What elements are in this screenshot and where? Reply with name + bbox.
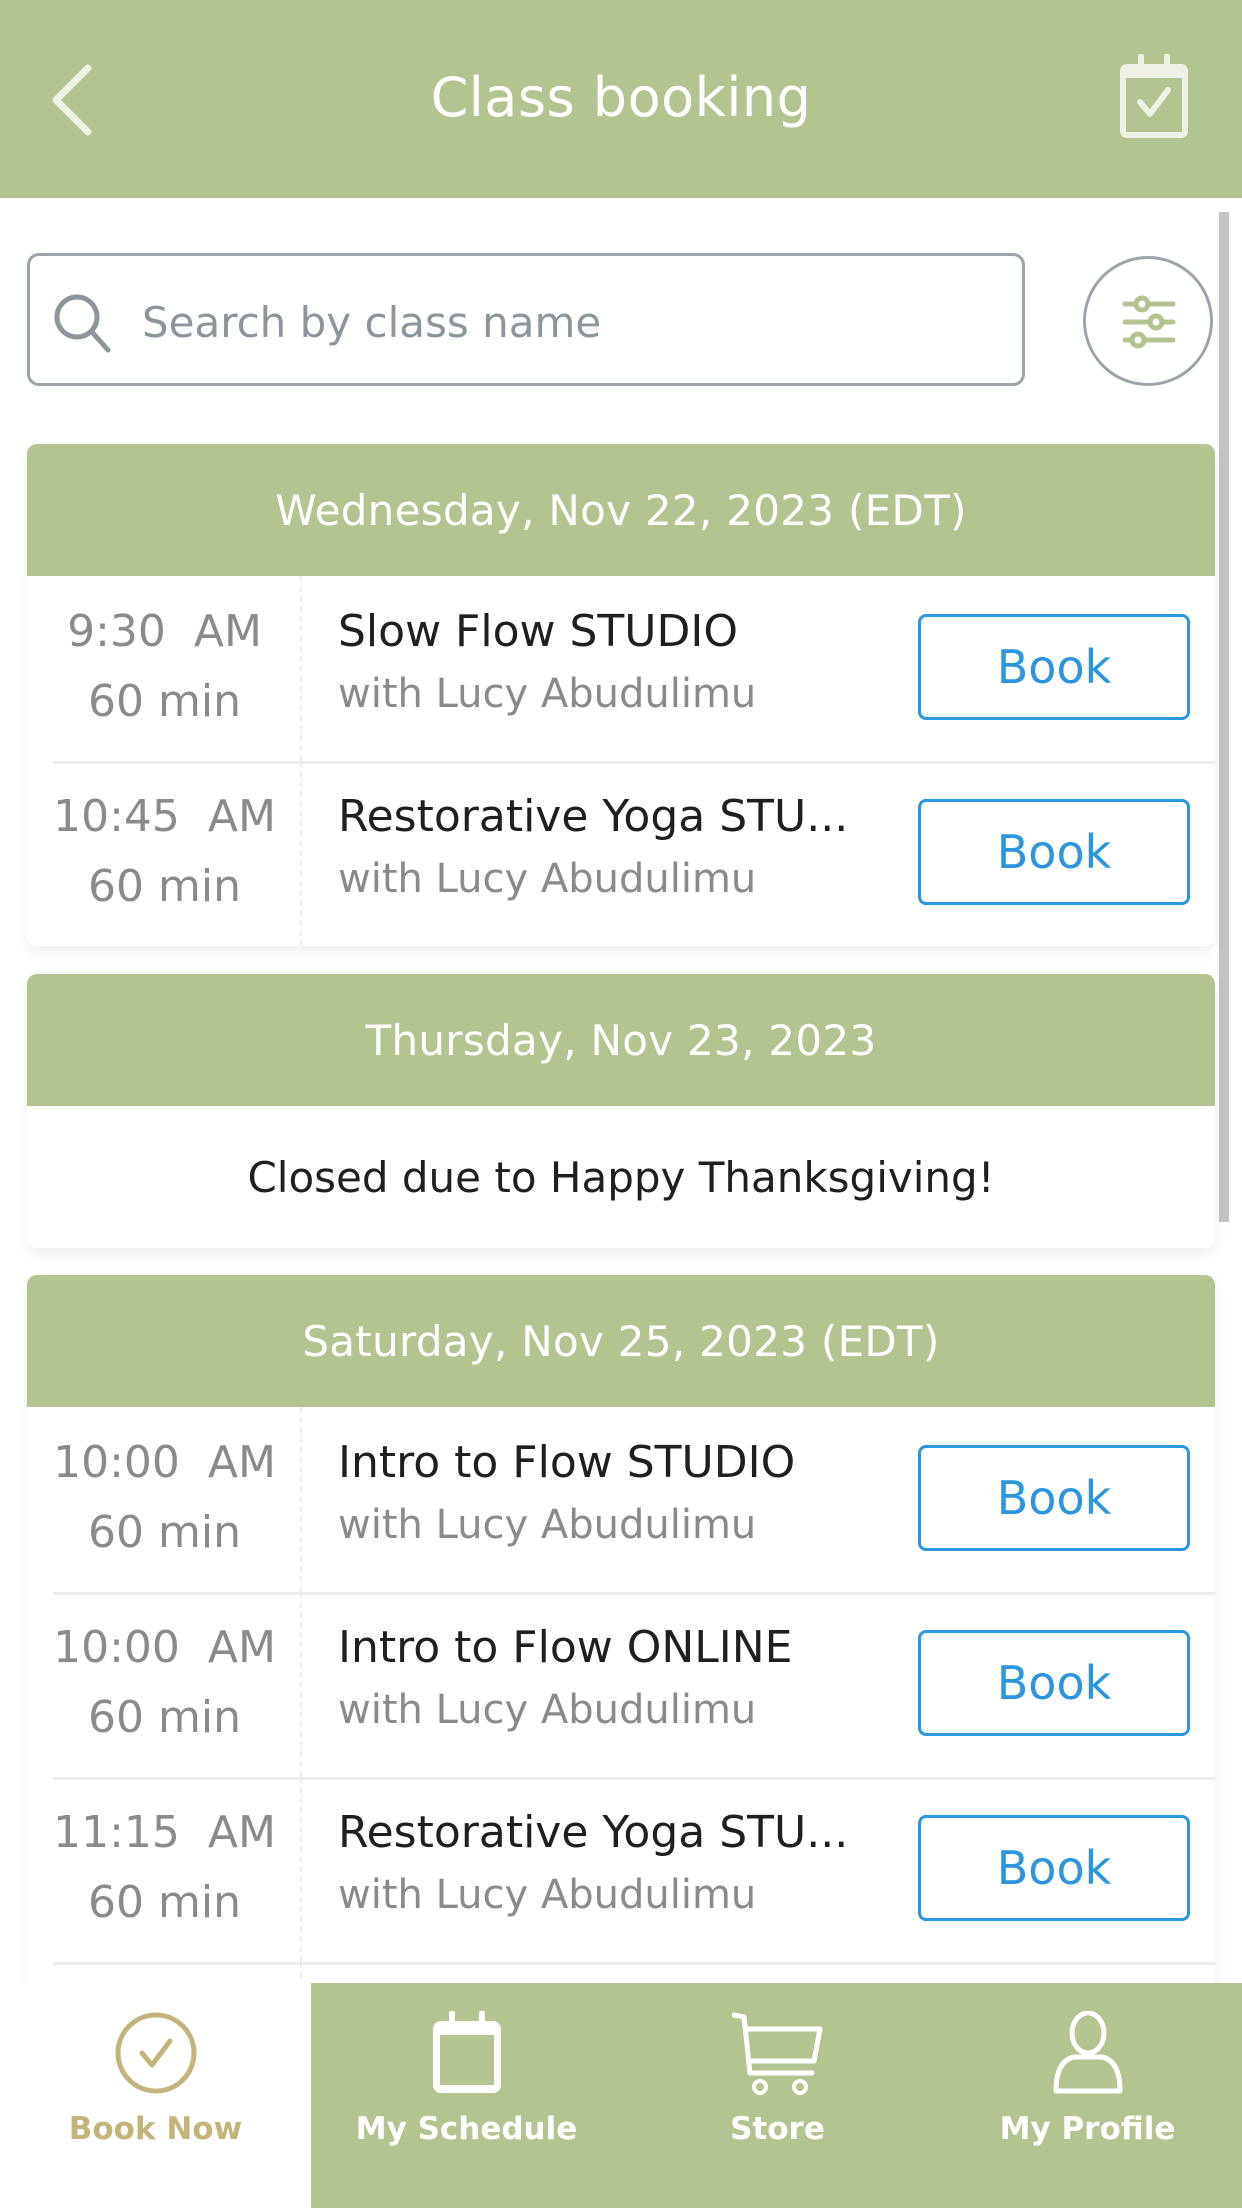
page-title: Class booking: [430, 66, 812, 129]
class-row: 10:45 AM 60 min Restorative Yoga STU... …: [27, 761, 1215, 946]
check-circle-icon: [115, 2012, 196, 2094]
class-name: Restorative Yoga STU...: [338, 1807, 849, 1858]
closed-notice: Closed due to Happy Thanksgiving!: [247, 1152, 995, 1202]
nav-book-now[interactable]: Book Now: [0, 1983, 311, 2208]
book-button[interactable]: Book: [918, 1445, 1190, 1551]
class-row: 10:00 AM 60 min Intro to Flow ONLINE wit…: [27, 1592, 1215, 1777]
class-instructor: with Lucy Abudulimu: [338, 1502, 757, 1548]
calendar-button[interactable]: [1116, 54, 1192, 140]
nav-label: Store: [730, 2111, 825, 2147]
app-header: Class booking: [0, 0, 1242, 198]
class-row: 11:15 AM 60 min Restorative Yoga STU... …: [27, 1777, 1215, 1962]
nav-my-schedule[interactable]: My Schedule: [311, 1983, 622, 2208]
class-duration: 60 min: [88, 1692, 241, 1743]
book-button[interactable]: Book: [918, 1630, 1190, 1736]
search-field[interactable]: [27, 253, 1025, 386]
book-button[interactable]: Book: [918, 614, 1190, 720]
search-icon: [54, 294, 111, 353]
class-time: 9:30 AM: [67, 606, 262, 657]
nav-label: My Profile: [999, 2111, 1176, 2147]
book-button[interactable]: Book: [918, 1815, 1190, 1921]
time-column: 10:45 AM 60 min: [27, 761, 302, 946]
class-duration: 60 min: [88, 1507, 241, 1558]
day-section: Thursday, Nov 23, 2023 Closed due to Hap…: [27, 974, 1215, 1248]
class-time: 11:15 AM: [53, 1807, 276, 1858]
book-button[interactable]: Book: [918, 799, 1190, 905]
calendar-icon: [432, 2011, 501, 2093]
sliders-icon: [1122, 295, 1176, 349]
cart-icon: [731, 2012, 822, 2095]
time-column: 11:15 AM 60 min: [27, 1777, 302, 1962]
class-name: Intro to Flow ONLINE: [338, 1622, 793, 1673]
class-name: Slow Flow STUDIO: [338, 606, 738, 657]
calendar-check-icon: [1120, 54, 1188, 138]
time-column: 9:30 AM 60 min: [27, 576, 302, 761]
class-instructor: with Lucy Abudulimu: [338, 671, 757, 717]
search-input[interactable]: [140, 286, 1004, 358]
class-name: Intro to Flow STUDIO: [338, 1437, 796, 1488]
nav-store[interactable]: Store: [622, 1983, 933, 2208]
scrollbar[interactable]: [1219, 212, 1229, 1222]
nav-label: Book Now: [68, 2111, 243, 2147]
user-icon: [1053, 2011, 1122, 2094]
day-header: Thursday, Nov 23, 2023: [27, 974, 1215, 1106]
class-time: 10:45 AM: [53, 791, 276, 842]
day-header: Wednesday, Nov 22, 2023 (EDT): [27, 444, 1215, 576]
class-duration: 60 min: [88, 1877, 241, 1928]
class-name: Restorative Yoga STU...: [338, 791, 849, 842]
day-section: Saturday, Nov 25, 2023 (EDT) 10:00 AM 60…: [27, 1275, 1215, 2022]
day-section: Wednesday, Nov 22, 2023 (EDT) 9:30 AM 60…: [27, 444, 1215, 946]
class-instructor: with Lucy Abudulimu: [338, 1687, 757, 1733]
class-instructor: with Lucy Abudulimu: [338, 1872, 757, 1918]
time-column: 10:00 AM 60 min: [27, 1592, 302, 1777]
class-time: 10:00 AM: [53, 1622, 276, 1673]
class-duration: 60 min: [88, 861, 241, 912]
day-header: Saturday, Nov 25, 2023 (EDT): [27, 1275, 1215, 1407]
class-time: 10:00 AM: [53, 1437, 276, 1488]
class-row: 10:00 AM 60 min Intro to Flow STUDIO wit…: [27, 1407, 1215, 1592]
class-duration: 60 min: [88, 676, 241, 727]
time-column: 10:00 AM 60 min: [27, 1407, 302, 1592]
filter-button[interactable]: [1083, 256, 1213, 386]
bottom-nav: Book Now My Schedule Store My Profile: [0, 1983, 1242, 2208]
nav-label: My Schedule: [355, 2111, 578, 2147]
class-row: 9:30 AM 60 min Slow Flow STUDIO with Luc…: [27, 576, 1215, 761]
nav-my-profile[interactable]: My Profile: [933, 1983, 1242, 2208]
class-instructor: with Lucy Abudulimu: [338, 856, 757, 902]
